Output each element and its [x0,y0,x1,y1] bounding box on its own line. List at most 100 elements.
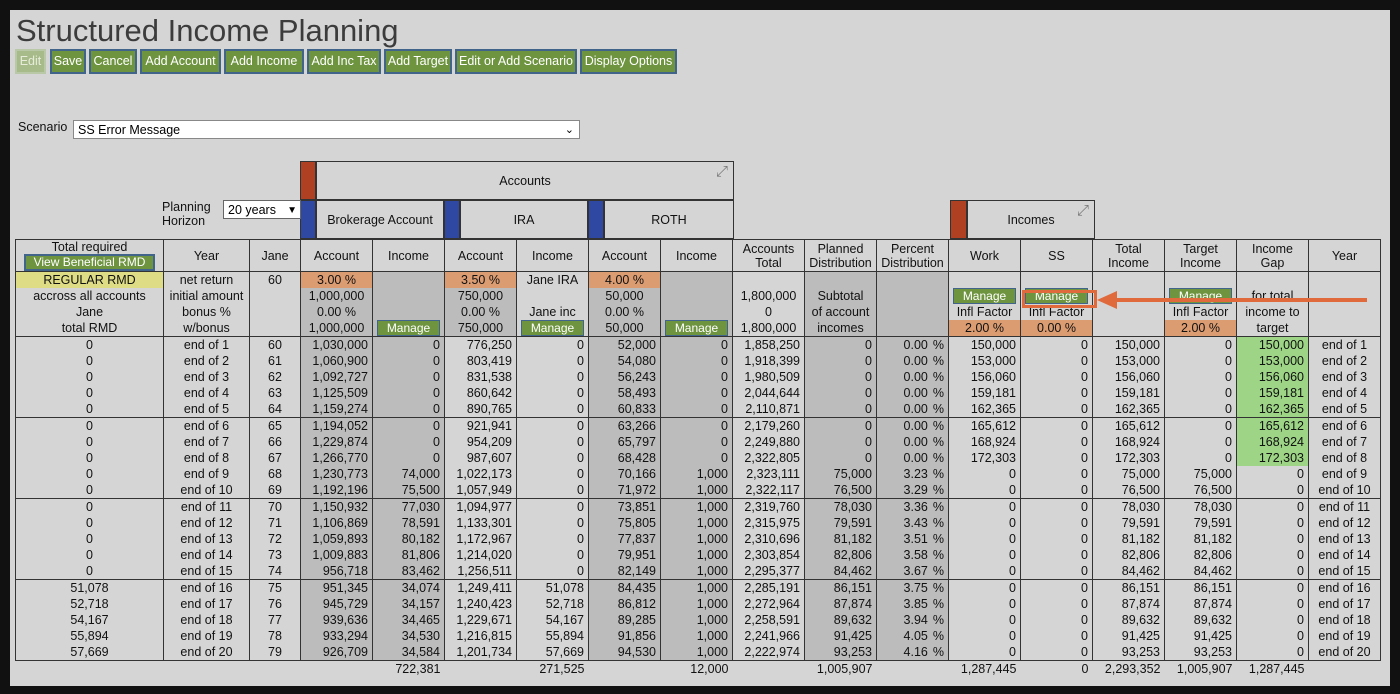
edit-button[interactable]: Edit [15,49,46,74]
ira-income-cell: 0 [516,498,589,515]
total-rmd-cell: 0 [15,466,164,482]
accounts-group-header: Accounts [316,161,734,200]
roth-account-col-header: Account [588,239,661,272]
total-income-cell: 172,303 [1092,450,1165,466]
year-right-cell: end of 4 [1308,385,1381,401]
empty-cell [1092,304,1165,320]
jane-age-cell: 71 [249,515,301,531]
income-gap-cell: 0 [1236,482,1309,499]
brokerage-account-cell: 956,718 [300,563,373,580]
collapse-icon[interactable]: ⤢ [1074,202,1092,220]
income-gap-cell: 162,365 [1236,401,1309,418]
income-gap-cell: 0 [1236,531,1309,547]
target-manage-button[interactable]: Manage [1169,288,1232,304]
total-income-cell: 87,874 [1092,596,1165,612]
planned-distribution-cell: 76,500 [804,482,877,499]
brokerage-income-cell: 83,462 [372,563,445,580]
brokerage-manage-button[interactable]: Manage [377,320,440,336]
jane-age-cell: 79 [249,644,301,661]
brokerage-income-cell: 81,806 [372,547,445,563]
year-header: Year [163,239,250,272]
empty-cell [300,660,373,677]
work-manage-button[interactable]: Manage [953,288,1016,304]
year-cell: end of 12 [163,515,250,531]
brokerage-income-cell: 75,500 [372,482,445,499]
jane-age-cell: 75 [249,579,301,596]
ira-bonus: 0.00 % [444,304,517,320]
planned-distribution-cell: 0 [804,336,877,353]
accounts-total-initial: 1,800,000 [732,288,805,304]
ira-manage-button[interactable]: Manage [521,320,584,336]
roth-account-cell: 91,856 [588,628,661,644]
table-row: 0 end of 10 69 1,192,196 75,500 1,057,949 0 71,… [15,482,1381,499]
add-target-button[interactable]: Add Target [384,49,452,74]
roth-rate-input[interactable]: 4.00 % [588,271,661,288]
percent-distribution-cell: 0.00% [876,353,949,369]
empty-cell [249,288,301,304]
collapse-icon[interactable]: ⤢ [713,163,731,181]
ira-account-header[interactable]: IRA [460,200,588,239]
year-cell: end of 9 [163,466,250,482]
brokerage-account-header[interactable]: Brokerage Account [316,200,444,239]
year-meta [1308,271,1381,288]
accounts-total-cell: 2,323,111 [732,466,805,482]
roth-income-cell: 1,000 [660,628,733,644]
add-account-button[interactable]: Add Account [140,49,221,74]
brokerage-income-meta [372,288,445,304]
brokerage-account-cell: 939,636 [300,612,373,628]
year-cell: end of 15 [163,563,250,580]
display-options-button[interactable]: Display Options [580,49,677,74]
ira-account-cell: 987,607 [444,450,517,466]
total-rmd-cell: 0 [15,563,164,580]
add-inc-tax-button[interactable]: Add Inc Tax [307,49,381,74]
roth-income-cell: 0 [660,336,733,353]
ira-rate-input[interactable]: 3.50 % [444,271,517,288]
scenario-value: SS Error Message [78,123,181,137]
work-infl-input[interactable]: 2.00 % [948,320,1021,337]
target-income-cell: 75,000 [1164,466,1237,482]
income-gap-cell: 159,181 [1236,385,1309,401]
ss-manage-cell: Manage [1020,288,1093,304]
table-row: 0 end of 8 67 1,266,770 0 987,607 0 68,428 0 2,32… [15,450,1381,466]
target-income-cell: 0 [1164,353,1237,369]
regular-rmd-label: REGULAR RMD [15,271,164,288]
target-income-cell: 0 [1164,417,1237,434]
target-income-cell: 0 [1164,385,1237,401]
total-income-cell: 168,924 [1092,434,1165,450]
work-income-cell: 0 [948,563,1021,580]
year-cell: end of 7 [163,434,250,450]
jane-age-cell: 72 [249,531,301,547]
save-button[interactable]: Save [50,49,86,74]
add-income-button[interactable]: Add Income [224,49,304,74]
meta-row-3: Jane bonus % 0.00 % 0.00 % Jane inc 0.00… [15,304,1381,320]
total-income-cell: 75,000 [1092,466,1165,482]
target-income-cell: 81,182 [1164,531,1237,547]
target-infl-input[interactable]: 2.00 % [1164,320,1237,337]
year-cell: end of 13 [163,531,250,547]
roth-account-cell: 77,837 [588,531,661,547]
brokerage-rate-input[interactable]: 3.00 % [300,271,373,288]
roth-manage-button[interactable]: Manage [665,320,728,336]
percent-meta [876,304,949,320]
ss-manage-button[interactable]: Manage [1025,288,1088,304]
ss-infl-input[interactable]: 0.00 % [1020,320,1093,337]
year-right-cell: end of 16 [1308,579,1381,596]
jane-age-cell: 65 [249,417,301,434]
table-row: 0 end of 2 61 1,060,900 0 803,419 0 54,080 0 1,91… [15,353,1381,369]
ss-income-cell: 0 [1020,385,1093,401]
planning-horizon-select[interactable]: 20 years ▼ [223,200,301,219]
year-header-right: Year [1308,239,1381,272]
work-income-cell: 0 [948,579,1021,596]
ss-income-cell: 0 [1020,434,1093,450]
scenario-select[interactable]: SS Error Message ⌄ [73,120,580,139]
jane-age-cell: 73 [249,547,301,563]
total-rmd-cell: 0 [15,417,164,434]
year-cell: end of 11 [163,498,250,515]
table-row: 0 end of 15 74 956,718 83,462 1,256,511 0 82,14… [15,563,1381,580]
edit-scenario-button[interactable]: Edit or Add Scenario [455,49,577,74]
cancel-button[interactable]: Cancel [89,49,137,74]
view-beneficial-rmd-button[interactable]: View Beneficial RMD [23,254,156,271]
roth-account-header[interactable]: ROTH [604,200,734,239]
total-income-cell: 76,500 [1092,482,1165,499]
meta-row-4: total RMD w/bonus 1,000,000 Manage 750,0… [15,320,1381,337]
